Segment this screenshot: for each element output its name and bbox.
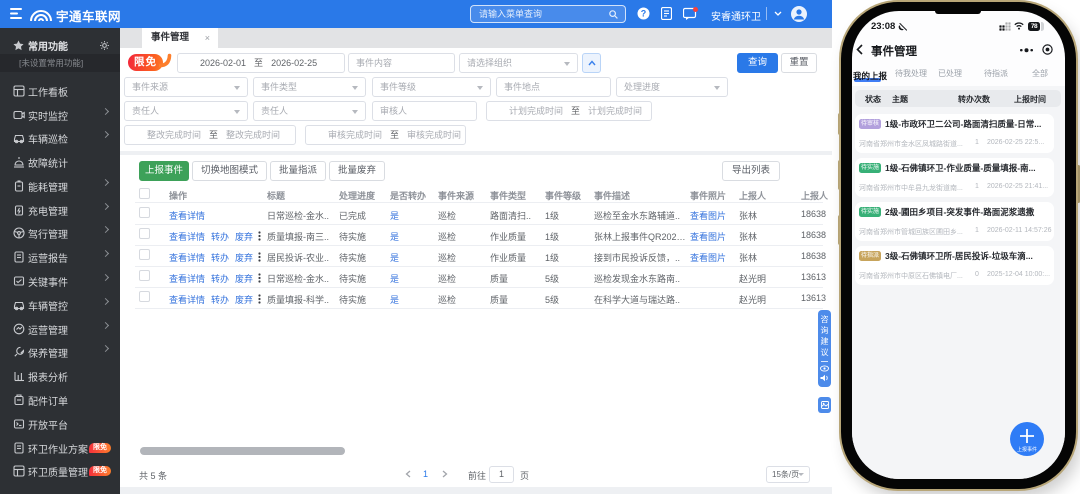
svg-text:?: ? [641,9,647,19]
